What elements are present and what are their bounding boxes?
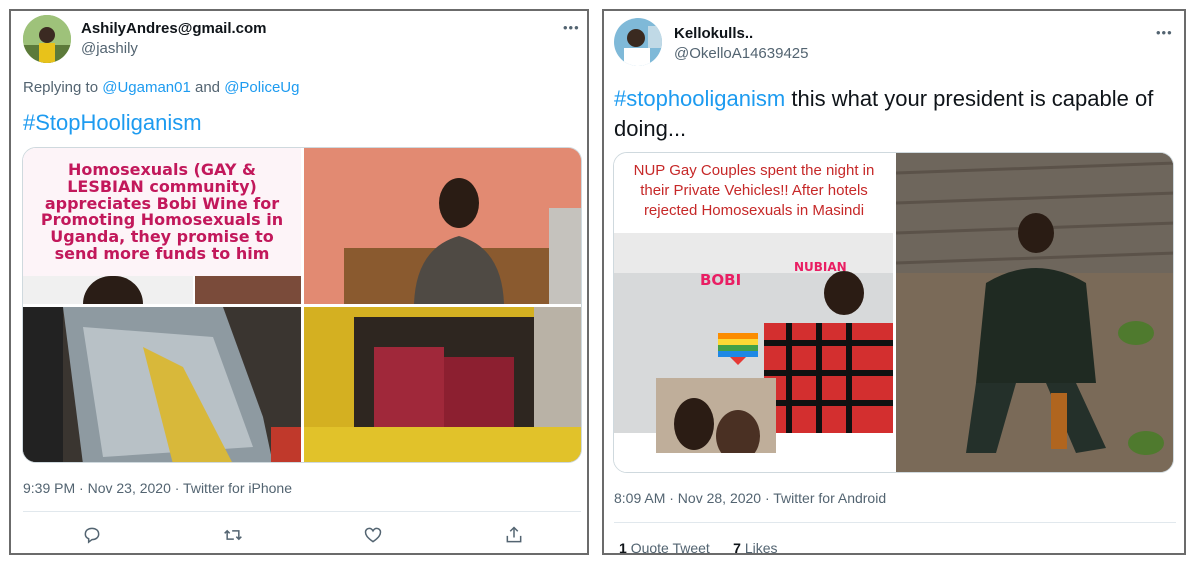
hashtag-link[interactable]: #StopHooliganism (23, 110, 202, 135)
avatar[interactable] (23, 15, 71, 63)
divider (23, 511, 581, 512)
reply-icon[interactable] (79, 522, 105, 548)
tweet-text: #stophooliganism this what your presiden… (614, 84, 1180, 144)
engagement-stats: 1 Quote Tweet 7 Likes (619, 540, 778, 555)
media-image-man-ground[interactable] (896, 153, 1173, 472)
likes-count-link[interactable]: 7 Likes (733, 540, 778, 555)
author-name[interactable]: Kellokulls.. (674, 25, 753, 42)
like-icon[interactable] (360, 522, 386, 548)
more-horizontal-icon[interactable]: ••• (563, 20, 580, 35)
media-grid[interactable]: NUP Gay Couples spent the night in their… (613, 152, 1174, 473)
media-image-bus-window[interactable] (23, 307, 301, 462)
more-horizontal-icon[interactable]: ••• (1156, 25, 1173, 40)
tweet-card-right: Kellokulls.. @OkelloA14639425 ••• #stoph… (602, 9, 1186, 555)
timestamp[interactable]: 9:39 PM · Nov 23, 2020 · Twitter for iPh… (23, 480, 292, 496)
reply-and: and (195, 79, 221, 96)
timestamp[interactable]: 8:09 AM · Nov 28, 2020 · Twitter for And… (614, 490, 886, 506)
author-handle[interactable]: @OkelloA14639425 (674, 45, 809, 62)
retweet-icon[interactable] (220, 522, 246, 548)
quote-count: 1 (619, 540, 627, 555)
media-image-man[interactable] (304, 148, 581, 304)
media-image-collage[interactable]: NUP Gay Couples spent the night in their… (614, 153, 893, 472)
share-icon[interactable] (501, 522, 527, 548)
image-caption-text: Homosexuals (GAY & LESBIAN community) ap… (40, 160, 284, 263)
media-image-caption[interactable]: Homosexuals (GAY & LESBIAN community) ap… (23, 148, 301, 304)
reply-mention-ugaman01[interactable]: @Ugaman01 (102, 79, 191, 96)
avatar[interactable] (614, 18, 662, 66)
divider (614, 522, 1176, 523)
author-handle[interactable]: @jashily (81, 40, 138, 57)
media-image-bus-interior[interactable] (304, 307, 581, 462)
reply-prefix: Replying to (23, 79, 99, 96)
image-label-bobi: BOBI (700, 271, 742, 289)
replying-to-line: Replying to @Ugaman01 and @PoliceUg (23, 79, 299, 96)
reply-mention-policeug[interactable]: @PoliceUg (224, 79, 299, 96)
media-grid[interactable]: Homosexuals (GAY & LESBIAN community) ap… (22, 147, 582, 463)
author-name[interactable]: AshilyAndres@gmail.com (81, 20, 267, 37)
image-caption-text: NUP Gay Couples spent the night in their… (633, 162, 875, 219)
like-label: Likes (744, 540, 778, 555)
hashtag-link[interactable]: #stophooliganism (614, 86, 785, 111)
quote-label: Quote Tweet (630, 540, 710, 555)
like-count: 7 (733, 540, 741, 555)
tweet-card-left: AshilyAndres@gmail.com @jashily ••• Repl… (9, 9, 589, 555)
action-bar (79, 522, 527, 548)
tweet-text: #StopHooliganism (23, 108, 202, 138)
image-label-nubian: NUBIAN (794, 260, 847, 274)
quote-tweet-count-link[interactable]: 1 Quote Tweet (619, 540, 714, 555)
